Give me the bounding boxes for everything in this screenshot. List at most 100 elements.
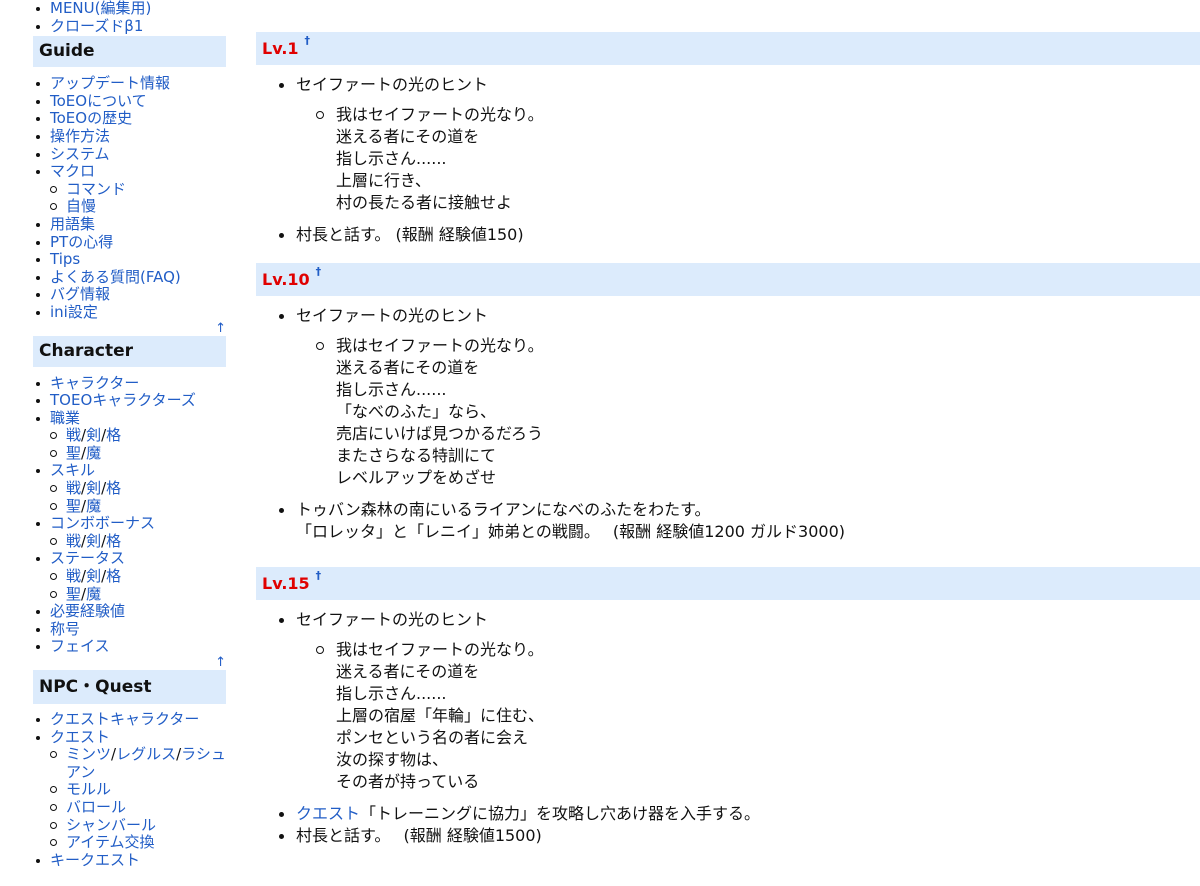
menu-item-quest-characters[interactable]: クエストキャラクター <box>0 710 240 729</box>
link-skill-fist[interactable]: 格 <box>106 479 121 497</box>
anchor-link[interactable]: † <box>316 265 322 278</box>
menu-item-skill-group1: 戦/剣/格 <box>50 479 240 498</box>
link-job-holy[interactable]: 聖 <box>66 444 81 462</box>
link-combo-sword[interactable]: 剣 <box>86 532 101 550</box>
quest-link[interactable]: クエスト <box>296 804 360 823</box>
hint-list: 我はセイファートの光なり。 迷える者にその道を 指し示さん...... 上層の宿… <box>296 639 1200 793</box>
npc-quest-list: クエストキャラクター クエスト ミンツ/レグルス/ラシュアン モルル バロール … <box>0 710 240 870</box>
menu-item-history[interactable]: ToEOの歴史 <box>0 110 240 128</box>
level-title: Lv.1 <box>262 39 299 58</box>
guide-list: アップデート情報 ToEOについて ToEOの歴史 操作方法 システム マクロ … <box>0 74 240 322</box>
list-item: クエスト「トレーニングに協力」を攻略し穴あけ器を入手する。 <box>256 803 1200 825</box>
top-menu-list: MENU(編集用) クローズドβ1 <box>0 0 240 35</box>
menu-item-combo[interactable]: コンボボーナス 戦/剣/格 <box>0 514 240 551</box>
job-sublist: 戦/剣/格 聖/魔 <box>50 426 240 463</box>
sidebar-menu: MENU(編集用) クローズドβ1 Guide アップデート情報 ToEOについ… <box>0 0 240 886</box>
menu-item-command[interactable]: コマンド <box>50 180 240 199</box>
menu-item-faq[interactable]: よくある質問(FAQ) <box>0 268 240 287</box>
main-content: Lv.1 † セイファートの光のヒント 我はセイファートの光なり。 迷える者にその… <box>256 0 1200 886</box>
menu-item-titles[interactable]: 称号 <box>0 620 240 639</box>
skill-sublist: 戦/剣/格 聖/魔 <box>50 479 240 516</box>
character-heading: Character <box>33 335 226 367</box>
hint-list: 我はセイファートの光なり。 迷える者にその道を 指し示さん...... 上層に行… <box>296 104 1200 214</box>
menu-item-character[interactable]: キャラクター <box>0 374 240 393</box>
menu-item-job-group1: 戦/剣/格 <box>50 426 240 445</box>
menu-item-key-quest[interactable]: キークエスト <box>0 851 240 870</box>
link-skill-holy[interactable]: 聖 <box>66 497 81 515</box>
back-to-top-link[interactable]: ↑ <box>0 656 240 670</box>
menu-item-toeo-characters[interactable]: TOEOキャラクターズ <box>0 391 240 410</box>
anchor-link[interactable]: † <box>305 34 311 47</box>
list-item: 村長と話す。 (報酬 経験値150) <box>256 224 1200 246</box>
link-mints[interactable]: ミンツ <box>66 745 111 763</box>
menu-item-bugs[interactable]: バグ情報 <box>0 286 240 304</box>
menu-item-shambhala[interactable]: シャンバール <box>50 816 240 835</box>
link-status-sword[interactable]: 剣 <box>86 567 101 585</box>
npc-quest-heading: NPC・Quest <box>33 670 226 704</box>
list-item: トゥバン森林の南にいるライアンになべのふたをわたす。 「ロレッタ」と「レニイ」姉… <box>256 499 1200 543</box>
link-status-holy[interactable]: 聖 <box>66 585 81 603</box>
menu-item-job-group2: 聖/魔 <box>50 444 240 463</box>
menu-item-boast[interactable]: 自慢 <box>50 198 240 216</box>
lv10-list: セイファートの光のヒント 我はセイファートの光なり。 迷える者にその道を 指し示… <box>256 305 1200 543</box>
menu-item-about[interactable]: ToEOについて <box>0 92 240 111</box>
menu-item-ini[interactable]: ini設定 <box>0 303 240 322</box>
menu-item-pt-tips[interactable]: PTの心得 <box>0 233 240 252</box>
menu-item-status-group1: 戦/剣/格 <box>50 567 240 586</box>
menu-item-status[interactable]: ステータス 戦/剣/格 聖/魔 <box>0 550 240 603</box>
menu-item-macro[interactable]: マクロ コマンド 自慢 <box>0 162 240 216</box>
level-title: Lv.15 <box>262 574 310 593</box>
menu-item-quest-towns: ミンツ/レグルス/ラシュアン <box>50 745 226 781</box>
list-item: セイファートの光のヒント 我はセイファートの光なり。 迷える者にその道を 指し示… <box>256 609 1200 793</box>
menu-item-menu-edit[interactable]: MENU(編集用) <box>0 0 240 18</box>
link-skill-war[interactable]: 戦 <box>66 479 81 497</box>
link-job-war[interactable]: 戦 <box>66 426 81 444</box>
menu-item-balor[interactable]: バロール <box>50 798 240 817</box>
menu-item-required-exp[interactable]: 必要経験値 <box>0 602 240 621</box>
hint-item: 我はセイファートの光なり。 迷える者にその道を 指し示さん...... 「なべの… <box>296 335 1200 489</box>
link-combo-war[interactable]: 戦 <box>66 532 81 550</box>
menu-item-face[interactable]: フェイス <box>0 638 240 656</box>
macro-sublist: コマンド 自慢 <box>50 180 240 216</box>
menu-item-closed-beta[interactable]: クローズドβ1 <box>0 17 240 36</box>
anchor-link[interactable]: † <box>316 569 322 582</box>
menu-item-quest[interactable]: クエスト ミンツ/レグルス/ラシュアン モルル バロール シャンバール アイテム… <box>0 728 240 852</box>
menu-item-job[interactable]: 職業 戦/剣/格 聖/魔 <box>0 409 240 463</box>
link-status-fist[interactable]: 格 <box>106 567 121 585</box>
link-skill-sword[interactable]: 剣 <box>86 479 101 497</box>
menu-item-status-group2: 聖/魔 <box>50 585 240 604</box>
lv1-list: セイファートの光のヒント 我はセイファートの光なり。 迷える者にその道を 指し示… <box>256 74 1200 246</box>
menu-item-glossary[interactable]: 用語集 <box>0 215 240 234</box>
level-title: Lv.10 <box>262 270 310 289</box>
link-combo-fist[interactable]: 格 <box>106 532 121 550</box>
menu-item-skill-group2: 聖/魔 <box>50 497 240 516</box>
link-job-magic[interactable]: 魔 <box>86 444 101 462</box>
section-heading-lv10: Lv.10 † <box>256 263 1200 296</box>
quest-sublist: ミンツ/レグルス/ラシュアン モルル バロール シャンバール アイテム交換 <box>50 745 240 852</box>
hint-item: 我はセイファートの光なり。 迷える者にその道を 指し示さん...... 上層の宿… <box>296 639 1200 793</box>
menu-item-tips[interactable]: Tips <box>0 250 240 269</box>
section-heading-lv15: Lv.15 † <box>256 567 1200 600</box>
menu-item-combo-group1: 戦/剣/格 <box>50 532 240 551</box>
link-job-sword[interactable]: 剣 <box>86 426 101 444</box>
link-skill-magic[interactable]: 魔 <box>86 497 101 515</box>
menu-item-update[interactable]: アップデート情報 <box>0 74 240 93</box>
combo-sublist: 戦/剣/格 <box>50 532 240 551</box>
link-regulus[interactable]: レグルス <box>116 745 176 763</box>
menu-item-skill[interactable]: スキル 戦/剣/格 聖/魔 <box>0 462 240 515</box>
list-item: 村長と話す。 (報酬 経験値1500) <box>256 825 1200 847</box>
back-to-top-link[interactable]: ↑ <box>0 321 240 336</box>
list-item: セイファートの光のヒント 我はセイファートの光なり。 迷える者にその道を 指し示… <box>256 305 1200 489</box>
menu-item-controls[interactable]: 操作方法 <box>0 127 240 146</box>
link-status-magic[interactable]: 魔 <box>86 585 101 603</box>
list-item: セイファートの光のヒント 我はセイファートの光なり。 迷える者にその道を 指し示… <box>256 74 1200 214</box>
section-heading-lv1: Lv.1 † <box>256 32 1200 65</box>
menu-item-system[interactable]: システム <box>0 145 240 164</box>
menu-item-item-exchange[interactable]: アイテム交換 <box>50 833 240 852</box>
hint-item: 我はセイファートの光なり。 迷える者にその道を 指し示さん...... 上層に行… <box>296 104 1200 214</box>
character-list: キャラクター TOEOキャラクターズ 職業 戦/剣/格 聖/魔 スキル 戦/剣/… <box>0 374 240 657</box>
link-job-fist[interactable]: 格 <box>106 426 121 444</box>
menu-item-morle[interactable]: モルル <box>50 781 240 799</box>
link-status-war[interactable]: 戦 <box>66 567 81 585</box>
guide-heading: Guide <box>33 36 226 68</box>
